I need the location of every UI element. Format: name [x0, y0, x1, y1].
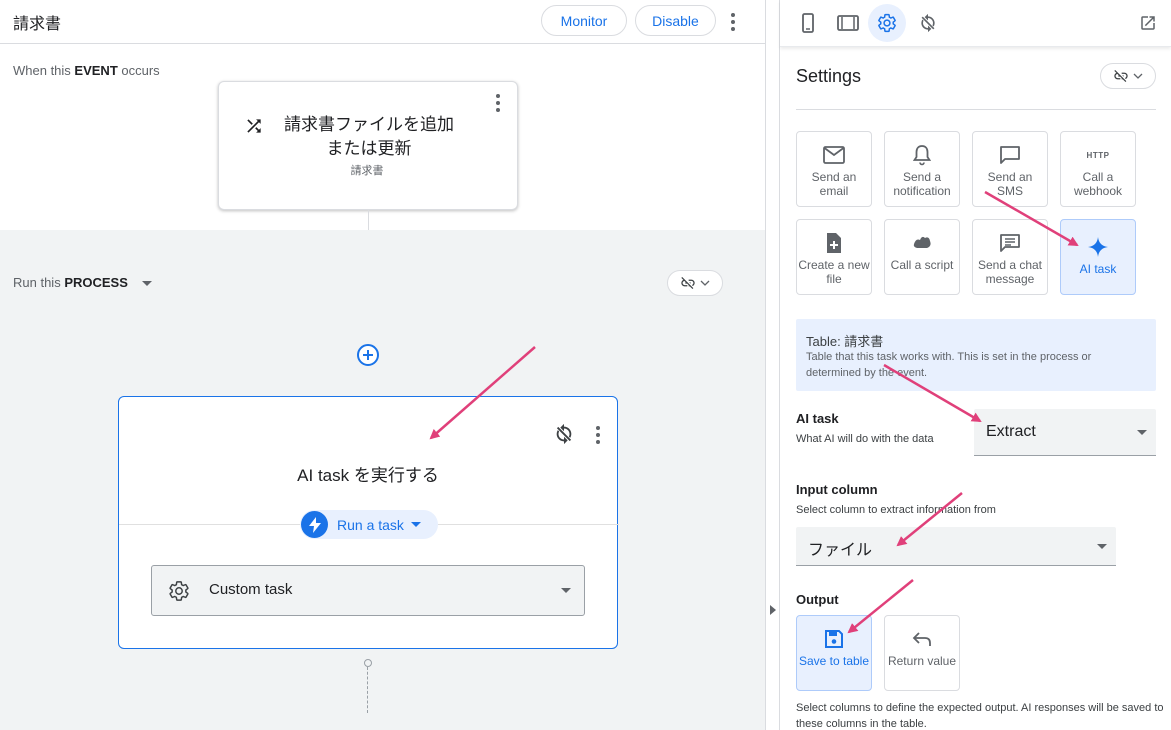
task-more-icon[interactable] — [596, 426, 600, 447]
bolt-icon — [301, 511, 328, 538]
chat-icon — [999, 230, 1021, 256]
sync-disabled-icon[interactable] — [553, 423, 575, 445]
ai-task-help: What AI will do with the data — [796, 433, 934, 445]
disable-button[interactable]: Disable — [635, 5, 716, 36]
tile-call-script[interactable]: Call a script — [884, 219, 960, 295]
event-label: When this EVENT occurs — [13, 63, 160, 78]
ai-task-value: Extract — [986, 423, 1036, 440]
link-off-icon — [681, 277, 695, 289]
tile-label: Return value — [887, 654, 957, 668]
more-options-icon[interactable] — [731, 13, 735, 34]
output-label: Output — [796, 592, 839, 607]
bell-icon — [913, 142, 931, 168]
connector-line-dashed — [367, 667, 368, 713]
divider — [796, 109, 1156, 110]
task-type-value: Custom task — [209, 581, 293, 598]
connector-line — [368, 210, 369, 230]
chevron-down-icon[interactable] — [142, 281, 152, 286]
input-column-help: Select column to extract information fro… — [796, 504, 996, 516]
add-step-button[interactable] — [357, 344, 379, 366]
output-save-to-table[interactable]: Save to table — [796, 615, 872, 691]
tile-label: Send a chat message — [977, 258, 1043, 286]
panel-splitter[interactable] — [765, 0, 780, 730]
process-label[interactable]: Run this PROCESS — [13, 275, 128, 290]
tile-call-webhook[interactable]: HTTP Call a webhook — [1060, 131, 1136, 207]
gear-icon[interactable] — [868, 4, 906, 42]
gear-icon — [169, 581, 189, 601]
event-card[interactable]: 請求書ファイルを追加または更新 請求書 — [218, 81, 518, 210]
file-add-icon — [825, 230, 843, 256]
tile-create-file[interactable]: Create a new file — [796, 219, 872, 295]
tablet-icon[interactable] — [829, 4, 867, 42]
shuffle-icon — [247, 119, 261, 133]
table-info-description: Table that this task works with. This is… — [806, 351, 1092, 379]
tile-label: Send an email — [811, 170, 857, 198]
chevron-down-icon — [410, 522, 421, 527]
tile-send-email[interactable]: Send an email — [796, 131, 872, 207]
tile-label: Send a notification — [893, 170, 951, 198]
tile-ai-task[interactable]: AI task — [1060, 219, 1136, 295]
tile-label: Call a webhook — [1073, 170, 1123, 198]
tile-label: Create a new file — [798, 258, 870, 286]
tile-send-sms[interactable]: Send an SMS — [972, 131, 1048, 207]
app-title: 請求書 — [13, 16, 62, 33]
sparkle-icon — [1088, 234, 1108, 260]
tile-send-chat[interactable]: Send a chat message — [972, 219, 1048, 295]
input-column-value: ファイル — [808, 542, 873, 559]
chevron-right-icon[interactable] — [770, 605, 776, 615]
event-title: 請求書ファイルを追加または更新 — [284, 115, 454, 158]
output-note: Select columns to define the expected ou… — [796, 702, 1164, 730]
flow-editor-pane: 請求書 Monitor Disable When this EVENT occu… — [0, 0, 765, 730]
chevron-down-icon — [700, 280, 710, 286]
script-icon — [911, 230, 933, 256]
input-column-select[interactable]: ファイル — [796, 527, 1116, 566]
event-subtitle: 請求書 — [350, 165, 384, 177]
tile-label: Call a script — [890, 258, 954, 272]
sms-icon — [999, 142, 1021, 168]
monitor-button[interactable]: Monitor — [541, 5, 627, 36]
process-section: Run this PROCESS AI task を実行する Run a tas… — [0, 230, 765, 730]
link-off-icon — [1114, 70, 1128, 82]
mail-icon — [823, 142, 845, 168]
chevron-down-icon — [1133, 73, 1143, 79]
http-icon: HTTP — [1086, 150, 1110, 160]
return-icon — [912, 626, 932, 652]
input-column-label: Input column — [796, 482, 878, 497]
save-icon — [824, 626, 844, 652]
output-return-value[interactable]: Return value — [884, 615, 960, 691]
ai-task-select[interactable]: Extract — [974, 409, 1156, 456]
event-more-icon[interactable] — [496, 94, 500, 115]
event-section: When this EVENT occurs 請求書ファイルを追加または更新 請… — [0, 45, 765, 230]
settings-pane: Settings Send an email Send a notificati… — [780, 0, 1171, 730]
tile-label: Send an SMS — [987, 170, 1033, 198]
run-task-label: Run a task — [337, 516, 404, 533]
tile-label: Save to table — [798, 654, 870, 668]
settings-title: Settings — [796, 66, 862, 86]
tile-send-notification[interactable]: Send a notification — [884, 131, 960, 207]
phone-icon[interactable] — [789, 4, 827, 42]
task-title: AI task を実行する — [297, 466, 439, 485]
process-link-toggle[interactable] — [667, 270, 723, 296]
tile-label: AI task — [1079, 262, 1117, 276]
chevron-down-icon — [561, 588, 571, 593]
sync-disabled-icon[interactable] — [909, 4, 947, 42]
connector-dot — [364, 659, 372, 667]
table-info-title: Table: 請求書 — [806, 334, 884, 349]
open-in-new-icon[interactable] — [1129, 4, 1167, 42]
settings-toolbar — [780, 0, 1171, 47]
chevron-down-icon — [1097, 544, 1107, 549]
chevron-down-icon — [1137, 430, 1147, 435]
top-bar: 請求書 Monitor Disable — [0, 0, 765, 44]
ai-task-label: AI task — [796, 411, 839, 426]
task-card[interactable]: AI task を実行する Run a task Custom task — [118, 396, 619, 649]
table-info-box: Table: 請求書 Table that this task works wi… — [796, 319, 1156, 391]
run-task-chip[interactable]: Run a task — [300, 510, 438, 539]
task-type-select[interactable]: Custom task — [151, 565, 585, 616]
settings-link-toggle[interactable] — [1100, 63, 1156, 89]
